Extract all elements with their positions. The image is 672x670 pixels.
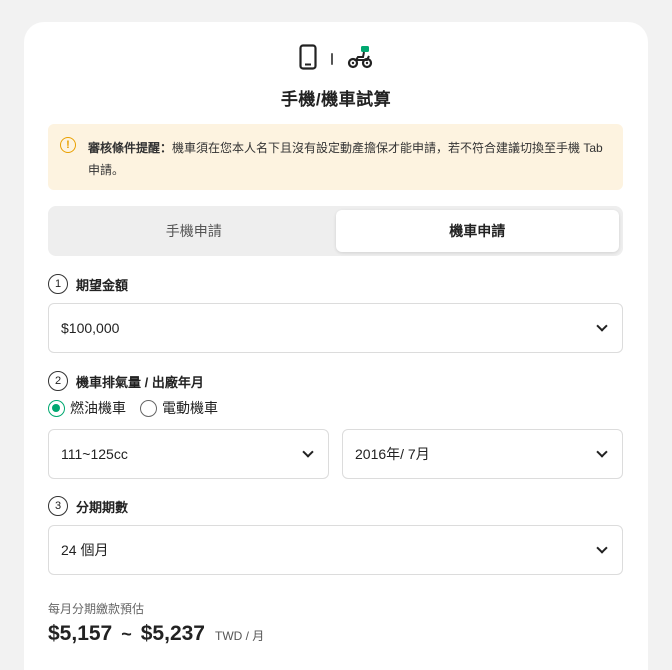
chevron-down-icon xyxy=(596,446,608,458)
chevron-down-icon xyxy=(302,446,314,458)
installment-value: 24 個月 xyxy=(61,542,109,558)
scooter-icon xyxy=(347,44,373,75)
amount-value: $100,000 xyxy=(61,320,120,336)
step3-title: 分期期數 xyxy=(76,499,129,515)
installment-select[interactable]: 24 個月 xyxy=(48,525,623,575)
warning-icon: ! xyxy=(60,137,76,153)
radio-checked-icon[interactable] xyxy=(48,399,65,417)
radio-electric[interactable]: 電動機車 xyxy=(140,398,218,418)
header-icons xyxy=(24,43,648,75)
step-number: 1 xyxy=(48,274,68,294)
step1-label: 1 期望金額 xyxy=(48,274,128,294)
step3-label: 3 分期期數 xyxy=(48,496,128,516)
fuel-type-radios: 燃油機車 電動機車 xyxy=(48,398,218,418)
page-title: 手機/機車試算 xyxy=(280,90,392,109)
phone-icon xyxy=(299,43,317,75)
header-divider xyxy=(331,53,333,65)
estimate-max: $5,237 xyxy=(140,622,205,645)
estimate-label: 每月分期繳款預估 xyxy=(48,602,145,616)
estimate-separator: ~ xyxy=(121,624,132,644)
calculator-card: 手機/機車試算 ! 審核條件提醒：機車須在您本人名下且沒有設定動產擔保才能申請，… xyxy=(24,22,648,670)
radio-electric-label: 電動機車 xyxy=(162,400,218,416)
step-number: 3 xyxy=(48,496,68,516)
notice-bold: 審核條件提醒： xyxy=(88,141,173,155)
chevron-down-icon xyxy=(596,320,608,332)
step2-title: 機車排氣量 / 出廠年月 xyxy=(76,374,204,390)
estimate-range: $5,157 ~ $5,237 TWD / 月 xyxy=(48,622,264,646)
radio-unchecked-icon[interactable] xyxy=(140,399,157,417)
apply-tabs: 手機申請 機車申請 xyxy=(48,206,623,256)
displacement-select[interactable]: 111~125cc xyxy=(48,429,329,479)
step2-label: 2 機車排氣量 / 出廠年月 xyxy=(48,371,204,391)
radio-fuel[interactable]: 燃油機車 xyxy=(48,398,126,418)
header: 手機/機車試算 xyxy=(24,43,648,110)
amount-select[interactable]: $100,000 xyxy=(48,303,623,353)
chevron-down-icon xyxy=(596,542,608,554)
tab-phone[interactable]: 手機申請 xyxy=(52,210,336,252)
date-value: 2016年/ 7月 xyxy=(355,446,430,462)
step-number: 2 xyxy=(48,371,68,391)
step1-title: 期望金額 xyxy=(76,277,129,293)
estimate-unit: TWD / 月 xyxy=(214,629,265,643)
estimate-min: $5,157 xyxy=(48,622,113,645)
tab-scooter[interactable]: 機車申請 xyxy=(335,210,619,252)
manufacture-date-select[interactable]: 2016年/ 7月 xyxy=(342,429,623,479)
radio-fuel-label: 燃油機車 xyxy=(70,400,126,416)
notice-banner: ! 審核條件提醒：機車須在您本人名下且沒有設定動產擔保才能申請，若不符合建議切換… xyxy=(48,124,623,190)
displacement-value: 111~125cc xyxy=(61,446,128,462)
